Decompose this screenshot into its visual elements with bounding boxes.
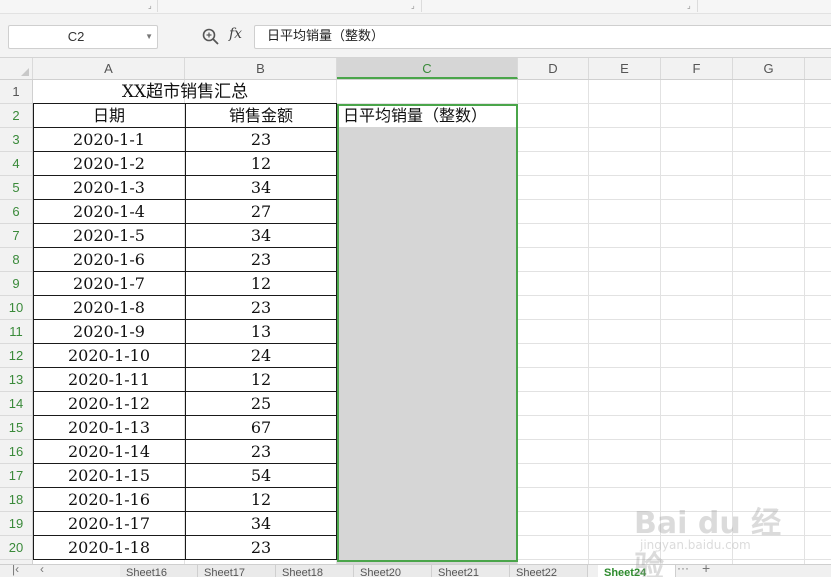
- cell-amount[interactable]: 23: [185, 128, 337, 152]
- cell-amount[interactable]: 23: [185, 296, 337, 320]
- name-box-value: C2: [67, 29, 85, 44]
- sheet-tab-sheet22[interactable]: Sheet22: [510, 565, 588, 577]
- sheet-tab-sheet16[interactable]: Sheet16: [120, 565, 198, 577]
- cell-amount[interactable]: 54: [185, 464, 337, 488]
- first-sheet-icon[interactable]: |‹: [12, 565, 19, 576]
- row-header-13[interactable]: 13: [0, 368, 32, 392]
- row-header-17[interactable]: 17: [0, 464, 32, 488]
- cell-amount[interactable]: 34: [185, 176, 337, 200]
- header-amount[interactable]: 销售金额: [185, 104, 337, 128]
- row-header-4[interactable]: 4: [0, 152, 32, 176]
- column-header-g[interactable]: G: [733, 58, 805, 79]
- column-header-b[interactable]: B: [185, 58, 337, 79]
- row-header-16[interactable]: 16: [0, 440, 32, 464]
- row-header-18[interactable]: 18: [0, 488, 32, 512]
- sheet-grid[interactable]: XX超市销售汇总 日期 销售金额 2020-1-1 23 2020-1-2 12 202…: [33, 80, 831, 564]
- row-header-10[interactable]: 10: [0, 296, 32, 320]
- chevron-left-icon[interactable]: ‹: [40, 565, 44, 576]
- cell-amount[interactable]: 67: [185, 416, 337, 440]
- cell-date[interactable]: 2020-1-17: [33, 512, 185, 536]
- column-header-e[interactable]: E: [589, 58, 661, 79]
- cell-date[interactable]: 2020-1-2: [33, 152, 185, 176]
- cell-amount[interactable]: 12: [185, 272, 337, 296]
- cell-date[interactable]: 2020-1-15: [33, 464, 185, 488]
- column-header-a[interactable]: A: [33, 58, 185, 79]
- row-header-15[interactable]: 15: [0, 416, 32, 440]
- fx-icon[interactable]: fx: [229, 26, 242, 42]
- formula-bar: C2 ▼ fx 日平均销量（整数）: [0, 14, 831, 58]
- cell-date[interactable]: 2020-1-12: [33, 392, 185, 416]
- row-header-6[interactable]: 6: [0, 200, 32, 224]
- cell-date[interactable]: 2020-1-9: [33, 320, 185, 344]
- header-date[interactable]: 日期: [33, 104, 185, 128]
- cell-amount[interactable]: 23: [185, 536, 337, 560]
- sheet-title[interactable]: XX超市销售汇总: [33, 80, 337, 104]
- cell-date[interactable]: 2020-1-11: [33, 368, 185, 392]
- column-header-d[interactable]: D: [518, 58, 589, 79]
- cell-amount[interactable]: 24: [185, 344, 337, 368]
- row-header-1[interactable]: 1: [0, 80, 32, 104]
- cell-date[interactable]: 2020-1-6: [33, 248, 185, 272]
- sheet-tab-sheet21[interactable]: Sheet21: [432, 565, 510, 577]
- cell-amount[interactable]: 12: [185, 488, 337, 512]
- cell-date[interactable]: 2020-1-3: [33, 176, 185, 200]
- row-header-9[interactable]: 9: [0, 272, 32, 296]
- sheet-tab-sheet20[interactable]: Sheet20: [354, 565, 432, 577]
- row-header-7[interactable]: 7: [0, 224, 32, 248]
- cell-amount[interactable]: 13: [185, 320, 337, 344]
- selection-border: [337, 104, 518, 562]
- column-header-f[interactable]: F: [661, 58, 733, 79]
- add-sheet-button[interactable]: +: [702, 565, 710, 576]
- cell-amount[interactable]: 12: [185, 368, 337, 392]
- cell-date[interactable]: 2020-1-18: [33, 536, 185, 560]
- cell-date[interactable]: 2020-1-4: [33, 200, 185, 224]
- cell-amount[interactable]: 25: [185, 392, 337, 416]
- formula-input[interactable]: 日平均销量（整数）: [254, 25, 831, 49]
- cell-amount[interactable]: 23: [185, 440, 337, 464]
- zoom-search-icon[interactable]: [201, 27, 221, 47]
- name-box[interactable]: C2 ▼: [8, 25, 158, 49]
- cell-date[interactable]: 2020-1-14: [33, 440, 185, 464]
- sheet-tab-sheet24[interactable]: Sheet24: [598, 565, 676, 577]
- cell-date[interactable]: 2020-1-8: [33, 296, 185, 320]
- ribbon-strip: ⌟ ⌟ ⌟: [0, 0, 831, 14]
- cell-date[interactable]: 2020-1-10: [33, 344, 185, 368]
- cell-date[interactable]: 2020-1-7: [33, 272, 185, 296]
- column-header-c[interactable]: C: [337, 58, 518, 79]
- more-sheets-button[interactable]: ···: [677, 565, 689, 575]
- cell-date[interactable]: 2020-1-13: [33, 416, 185, 440]
- row-header-2[interactable]: 2: [0, 104, 32, 128]
- row-header-11[interactable]: 11: [0, 320, 32, 344]
- cell-amount[interactable]: 23: [185, 248, 337, 272]
- cell-amount[interactable]: 34: [185, 224, 337, 248]
- sheet-tab-sheet18[interactable]: Sheet18: [276, 565, 354, 577]
- column-header: A B C D E F G: [0, 58, 831, 80]
- cell-date[interactable]: 2020-1-1: [33, 128, 185, 152]
- sheet-tab-sheet17[interactable]: Sheet17: [198, 565, 276, 577]
- cell-amount[interactable]: 27: [185, 200, 337, 224]
- row-header-19[interactable]: 19: [0, 512, 32, 536]
- cell-amount[interactable]: 34: [185, 512, 337, 536]
- row-header-3[interactable]: 3: [0, 128, 32, 152]
- select-all-button[interactable]: [0, 58, 33, 79]
- cell-amount[interactable]: 12: [185, 152, 337, 176]
- row-header-20[interactable]: 20: [0, 536, 32, 560]
- row-header-12[interactable]: 12: [0, 344, 32, 368]
- cell-date[interactable]: 2020-1-16: [33, 488, 185, 512]
- row-header-14[interactable]: 14: [0, 392, 32, 416]
- row-header: 1 2 3 4 5 6 7 8 9 10 11 12 13 14 15 16 17 18 19 20: [0, 80, 33, 564]
- cell-date[interactable]: 2020-1-5: [33, 224, 185, 248]
- row-header-8[interactable]: 8: [0, 248, 32, 272]
- sheet-tab-bar: |‹ ‹ Sheet16 Sheet17 Sheet18 Sheet20 Sheet21…: [0, 564, 831, 577]
- chevron-down-icon[interactable]: ▼: [145, 26, 153, 48]
- row-header-5[interactable]: 5: [0, 176, 32, 200]
